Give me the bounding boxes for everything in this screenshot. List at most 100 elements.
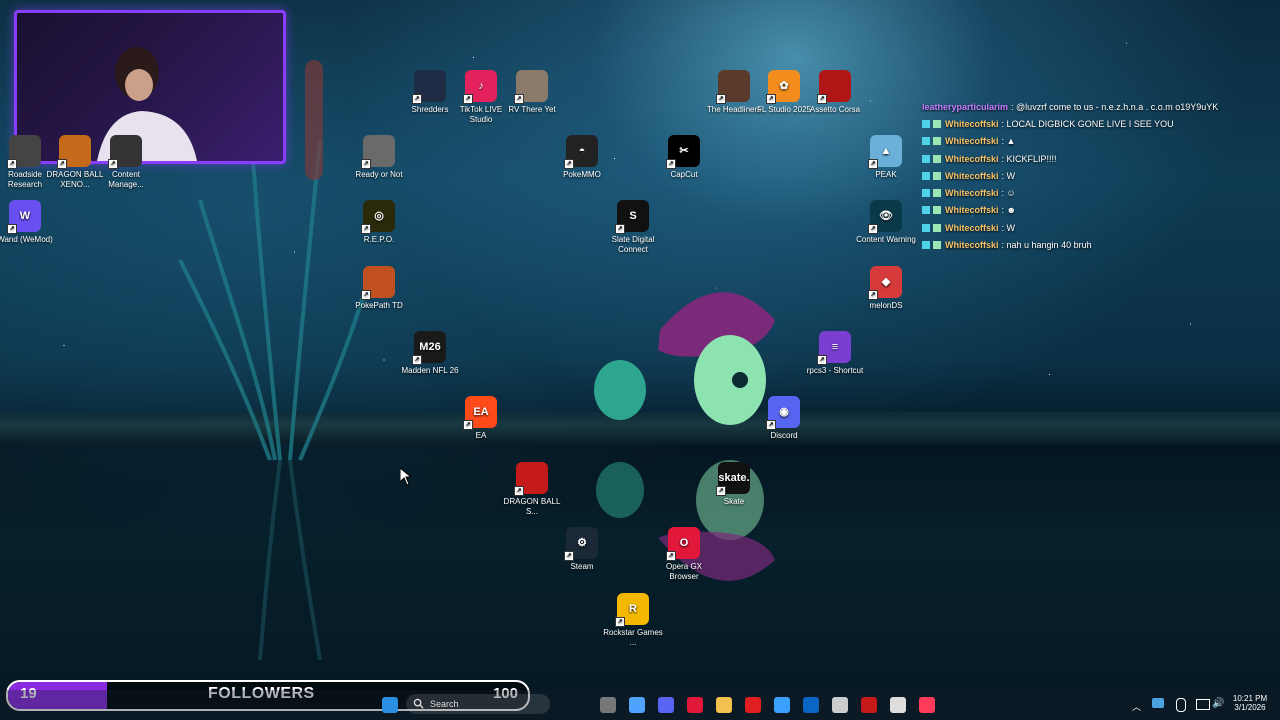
desktop-icon-label: Assetto Corsa <box>809 105 861 114</box>
desktop-icon-pokemmo[interactable]: ◓ ↗ PokeMMO <box>552 135 612 180</box>
desktop-icon-assetto-corsa[interactable]: ↗ Assetto Corsa <box>805 70 865 115</box>
desktop-icon-content-manage[interactable]: ↗ Content Manage... <box>96 135 156 190</box>
desktop-icon-skate[interactable]: skate. ↗ Skate <box>704 462 764 507</box>
chat-text: : @luvzrf come to us - n.e.z.h.n.a . c.o… <box>1011 101 1219 112</box>
desktop-icon-content-warning[interactable]: 👁 ↗ Content Warning <box>856 200 916 245</box>
desktop-icon-label: R.E.P.O. <box>363 235 395 244</box>
chevron-up-icon[interactable]: ︿ <box>1132 700 1141 713</box>
assetto-corsa-icon: ↗ <box>817 70 851 104</box>
icon-glyph: ◎ <box>374 210 384 222</box>
desktop-icon-dragon-ball-s[interactable]: ↗ DRAGON BALL S... <box>502 462 562 517</box>
taskbar-chatgpt-icon[interactable] <box>890 697 906 713</box>
chat-message: Whitecoffski: ▲ <box>922 133 1272 150</box>
icon-glyph: ▲ <box>880 145 892 157</box>
chat-message: Whitecoffski: ☺ <box>922 184 1272 201</box>
shortcut-arrow-icon: ↗ <box>361 224 371 234</box>
opera-gx-browser-icon: O ↗ <box>666 527 700 561</box>
shortcut-arrow-icon: ↗ <box>361 290 371 300</box>
icon-glyph: EA <box>473 406 489 418</box>
mic-icon[interactable] <box>1176 698 1186 712</box>
pokemmo-icon: ◓ ↗ <box>564 135 598 169</box>
peak-icon: ▲ ↗ <box>868 135 902 169</box>
desktop-icon-madden-nfl-26[interactable]: M26 ↗ Madden NFL 26 <box>400 331 460 376</box>
desktop-icon-opera-gx-browser[interactable]: O ↗ Opera GX Browser <box>654 527 714 582</box>
desktop-icon-ready-or-not[interactable]: ↗ Ready or Not <box>349 135 409 180</box>
discord-icon: ◉ ↗ <box>766 396 800 430</box>
chat-username: Whitecoffski <box>945 136 999 147</box>
chat-text: : W <box>1001 170 1016 181</box>
taskbar-copilot-icon[interactable] <box>629 697 645 713</box>
chat-badge-icon <box>922 171 930 180</box>
taskbar-help-icon[interactable] <box>774 697 790 713</box>
chat-username: leatheryparticularim <box>922 101 1009 112</box>
chat-username: Whitecoffski <box>945 222 999 233</box>
rv-there-yet-icon: ↗ <box>514 70 548 104</box>
desktop-icon-capcut[interactable]: ✂ ↗ CapCut <box>654 135 714 180</box>
desktop-icon-label: Content Manage... <box>108 170 144 189</box>
desktop-icon-rockstar-games[interactable]: R ↗ Rockstar Games ... <box>603 593 663 648</box>
ready-or-not-icon: ↗ <box>361 135 395 169</box>
desktop-icon-melonds[interactable]: ◆ ↗ melonDS <box>856 266 916 311</box>
desktop-icon-steam[interactable]: ⚙ ↗ Steam <box>552 527 612 572</box>
chat-message: leatheryparticularim: @luvzrf come to us… <box>922 98 1272 115</box>
chat-text: : nah u hangin 40 bruh <box>1001 240 1092 251</box>
chat-badge-icon <box>922 223 930 232</box>
shortcut-arrow-icon: ↗ <box>868 224 878 234</box>
icon-glyph: ◆ <box>881 276 891 288</box>
desktop-icon-slate-digital-connect[interactable]: S ↗ Slate Digital Connect <box>603 200 663 255</box>
chat-badge-icon <box>933 241 941 250</box>
display-icon[interactable] <box>1196 699 1210 710</box>
capcut-icon: ✂ ↗ <box>666 135 700 169</box>
taskbar-settings-gear-icon[interactable] <box>832 697 848 713</box>
search-placeholder: Search <box>430 699 459 709</box>
network-icon[interactable] <box>1152 698 1164 708</box>
desktop-icon-label: PokePath TD <box>355 301 403 310</box>
desktop-icon-pokepath-td[interactable]: ↗ PokePath TD <box>349 266 409 311</box>
taskbar-red-app-icon[interactable] <box>745 697 761 713</box>
desktop-icon-label: DRAGON BALL S... <box>503 497 561 516</box>
desktop-icon-label: EA <box>475 431 487 440</box>
icon-glyph: skate. <box>718 472 750 484</box>
chat-message: Whitecoffski: KICKFLIP!!!! <box>922 150 1272 167</box>
taskbar-opera-gx-icon[interactable] <box>687 697 703 713</box>
chat-text: : W <box>1001 222 1016 233</box>
skate-icon: skate. ↗ <box>716 462 750 496</box>
shortcut-arrow-icon: ↗ <box>361 159 371 169</box>
dragon-ball-s-icon: ↗ <box>514 462 548 496</box>
shortcut-arrow-icon: ↗ <box>716 486 726 496</box>
taskbar-file-explorer-icon[interactable] <box>716 697 732 713</box>
chat-message: Whitecoffski: W <box>922 167 1272 184</box>
fl-studio-2025-icon: ✿ ↗ <box>766 70 800 104</box>
taskbar-windows-start-icon[interactable] <box>382 697 398 713</box>
system-clock[interactable]: 10:21 PM 3/1/2026 <box>1228 694 1272 712</box>
chat-text: : LOCAL DIGBICK GONE LIVE I SEE YOU <box>1001 118 1174 129</box>
taskbar-red-square-app-icon[interactable] <box>861 697 877 713</box>
desktop-icon-rpcs3-shortcut[interactable]: ≡ ↗ rpcs3 - Shortcut <box>805 331 865 376</box>
taskbar-music-icon[interactable] <box>919 697 935 713</box>
icon-glyph: ≡ <box>831 341 839 353</box>
desktop-icon-r-e-p-o[interactable]: ◎ ↗ R.E.P.O. <box>349 200 409 245</box>
desktop-icon-ea[interactable]: EA ↗ EA <box>451 396 511 441</box>
shortcut-arrow-icon: ↗ <box>868 159 878 169</box>
chat-badge-icon <box>933 223 941 232</box>
desktop-icon-wand-wemod[interactable]: W ↗ Wand (WeMod) <box>0 200 55 245</box>
melonds-icon: ◆ ↗ <box>868 266 902 300</box>
desktop-icon-label: Wand (WeMod) <box>0 235 53 244</box>
taskbar-search-input[interactable]: Search <box>406 694 550 714</box>
shredders-icon: ↗ <box>412 70 446 104</box>
shortcut-arrow-icon: ↗ <box>57 159 67 169</box>
mouse-cursor-icon <box>400 468 412 486</box>
desktop-icon-label: PokeMMO <box>563 170 601 179</box>
shortcut-arrow-icon: ↗ <box>817 355 827 365</box>
chat-text: : ▲ <box>1001 136 1016 147</box>
shortcut-arrow-icon: ↗ <box>514 486 524 496</box>
desktop-icon-rv-there-yet[interactable]: ↗ RV There Yet <box>502 70 562 115</box>
desktop-icon-discord[interactable]: ◉ ↗ Discord <box>754 396 814 441</box>
taskbar-task-view-icon[interactable] <box>600 697 616 713</box>
wand-wemod-icon: W ↗ <box>7 200 41 234</box>
icon-glyph: ♪ <box>478 80 484 92</box>
taskbar-discord-icon[interactable] <box>658 697 674 713</box>
desktop-icon-peak[interactable]: ▲ ↗ PEAK <box>856 135 916 180</box>
volume-icon[interactable]: 🔊 <box>1212 698 1224 709</box>
taskbar-outlook-icon[interactable] <box>803 697 819 713</box>
